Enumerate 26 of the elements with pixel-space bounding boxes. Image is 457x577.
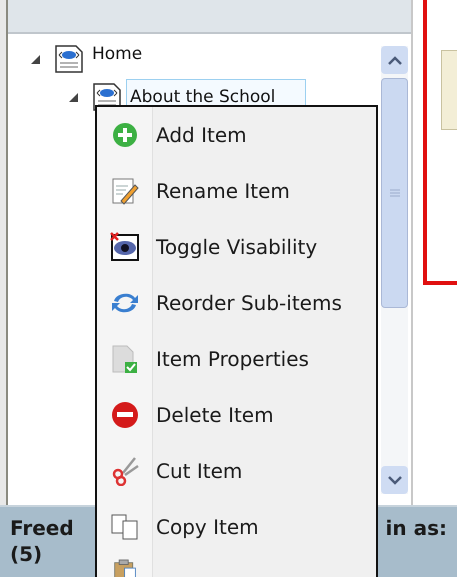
menu-item[interactable]: Cut Item <box>156 456 242 486</box>
status-text: (5) <box>10 541 42 567</box>
menu-item[interactable]: Add Item <box>156 120 247 150</box>
scissors-icon <box>111 456 139 486</box>
menu-item[interactable]: Copy Item <box>156 512 259 542</box>
web-page-icon <box>54 44 84 74</box>
tree-item[interactable]: Home <box>88 41 146 68</box>
collapse-icon[interactable] <box>30 54 40 64</box>
menu-item[interactable]: Item Properties <box>156 344 309 374</box>
menu-item[interactable]: Toggle Visability <box>156 232 318 262</box>
scrollbar[interactable] <box>381 46 408 494</box>
grip-icon <box>390 188 400 198</box>
menu-item[interactable]: Delete Item <box>156 400 274 430</box>
status-text: in as: <box>386 515 447 541</box>
copy-icon <box>110 513 140 541</box>
document-check-icon <box>111 344 139 374</box>
status-text: Freed <box>10 515 74 541</box>
scroll-down-icon[interactable] <box>381 466 408 494</box>
plus-icon <box>112 122 138 148</box>
collapse-icon[interactable] <box>68 92 78 102</box>
scroll-up-icon[interactable] <box>381 46 408 74</box>
menu-item[interactable]: Rename Item <box>156 176 290 206</box>
menu-item[interactable]: Reorder Sub-items <box>156 288 342 318</box>
minus-icon <box>111 401 139 429</box>
pencil-icon <box>111 177 139 205</box>
eye-icon <box>110 232 140 262</box>
